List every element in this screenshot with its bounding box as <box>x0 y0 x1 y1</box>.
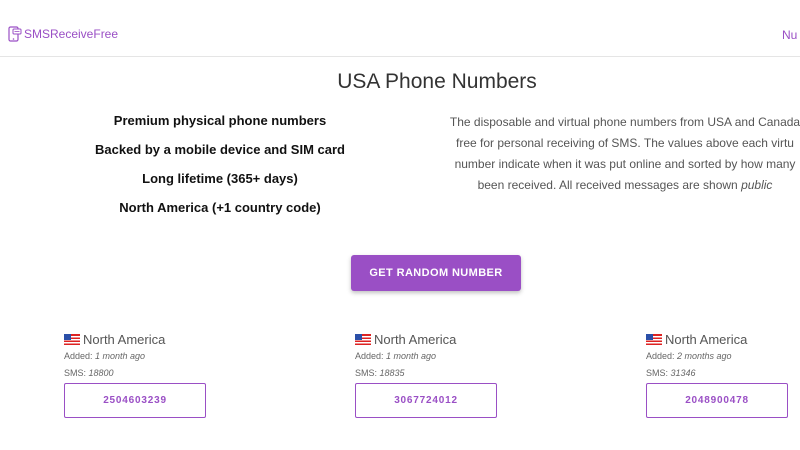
sms-label: SMS: <box>64 368 89 378</box>
added-label: Added: <box>64 351 96 361</box>
added-info: Added: 1 month ago <box>64 348 224 365</box>
description-line: free for personal receiving of SMS. The … <box>456 136 794 150</box>
description-text-fragment: been received. All received messages are… <box>477 178 742 192</box>
number-card: North America Added: 2 months ago SMS: 3… <box>646 330 800 418</box>
card-region: North America <box>64 330 224 348</box>
nav-link-numbers[interactable]: Nu <box>782 28 800 42</box>
phone-sms-icon <box>8 26 22 42</box>
region-label: North America <box>665 331 748 347</box>
get-random-number-button[interactable]: GET RANDOM NUMBER <box>351 255 521 291</box>
added-label: Added: <box>355 351 387 361</box>
card-region: North America <box>355 330 515 348</box>
number-card: North America Added: 1 month ago SMS: 18… <box>355 330 515 418</box>
page-title: USA Phone Numbers <box>337 70 537 93</box>
added-value: 1 month ago <box>386 351 437 361</box>
flag-icon <box>646 333 662 345</box>
added-info: Added: 2 months ago <box>646 348 800 365</box>
feature-list: Premium physical phone numbers Backed by… <box>60 110 380 226</box>
added-value: 1 month ago <box>95 351 146 361</box>
added-value: 2 months ago <box>677 351 732 361</box>
sms-label: SMS: <box>646 368 671 378</box>
sms-label: SMS: <box>355 368 380 378</box>
sms-info: SMS: 31346 <box>646 365 800 382</box>
phone-number-button[interactable]: 2504603239 <box>64 383 206 418</box>
flag-icon <box>64 333 80 345</box>
description-line: The disposable and virtual phone numbers… <box>449 115 800 129</box>
feature-item: Long lifetime (365+ days) <box>142 171 298 186</box>
region-label: North America <box>374 331 457 347</box>
description-line: number indicate when it was put online a… <box>454 157 796 171</box>
sms-value: 18835 <box>379 368 405 378</box>
logo-text: SMSReceiveFree <box>24 27 119 41</box>
feature-item: North America (+1 country code) <box>119 200 321 215</box>
flag-icon <box>355 333 371 345</box>
header: SMSReceiveFree Nu <box>0 0 800 57</box>
sms-value: 31346 <box>670 368 696 378</box>
sms-value: 18800 <box>88 368 114 378</box>
description-line: been received. All received messages are… <box>425 175 800 196</box>
phone-number-button[interactable]: 3067724012 <box>355 383 497 418</box>
description-text: The disposable and virtual phone numbers… <box>425 112 800 196</box>
sms-info: SMS: 18800 <box>64 365 224 382</box>
feature-item: Premium physical phone numbers <box>113 113 327 128</box>
phone-number-button[interactable]: 2048900478 <box>646 383 788 418</box>
number-card: North America Added: 1 month ago SMS: 18… <box>64 330 224 418</box>
feature-item: Backed by a mobile device and SIM card <box>95 142 345 157</box>
description-emphasis: public <box>741 178 773 192</box>
sms-info: SMS: 18835 <box>355 365 515 382</box>
added-label: Added: <box>646 351 678 361</box>
card-region: North America <box>646 330 800 348</box>
region-label: North America <box>83 331 166 347</box>
added-info: Added: 1 month ago <box>355 348 515 365</box>
logo-link[interactable]: SMSReceiveFree <box>8 26 118 42</box>
